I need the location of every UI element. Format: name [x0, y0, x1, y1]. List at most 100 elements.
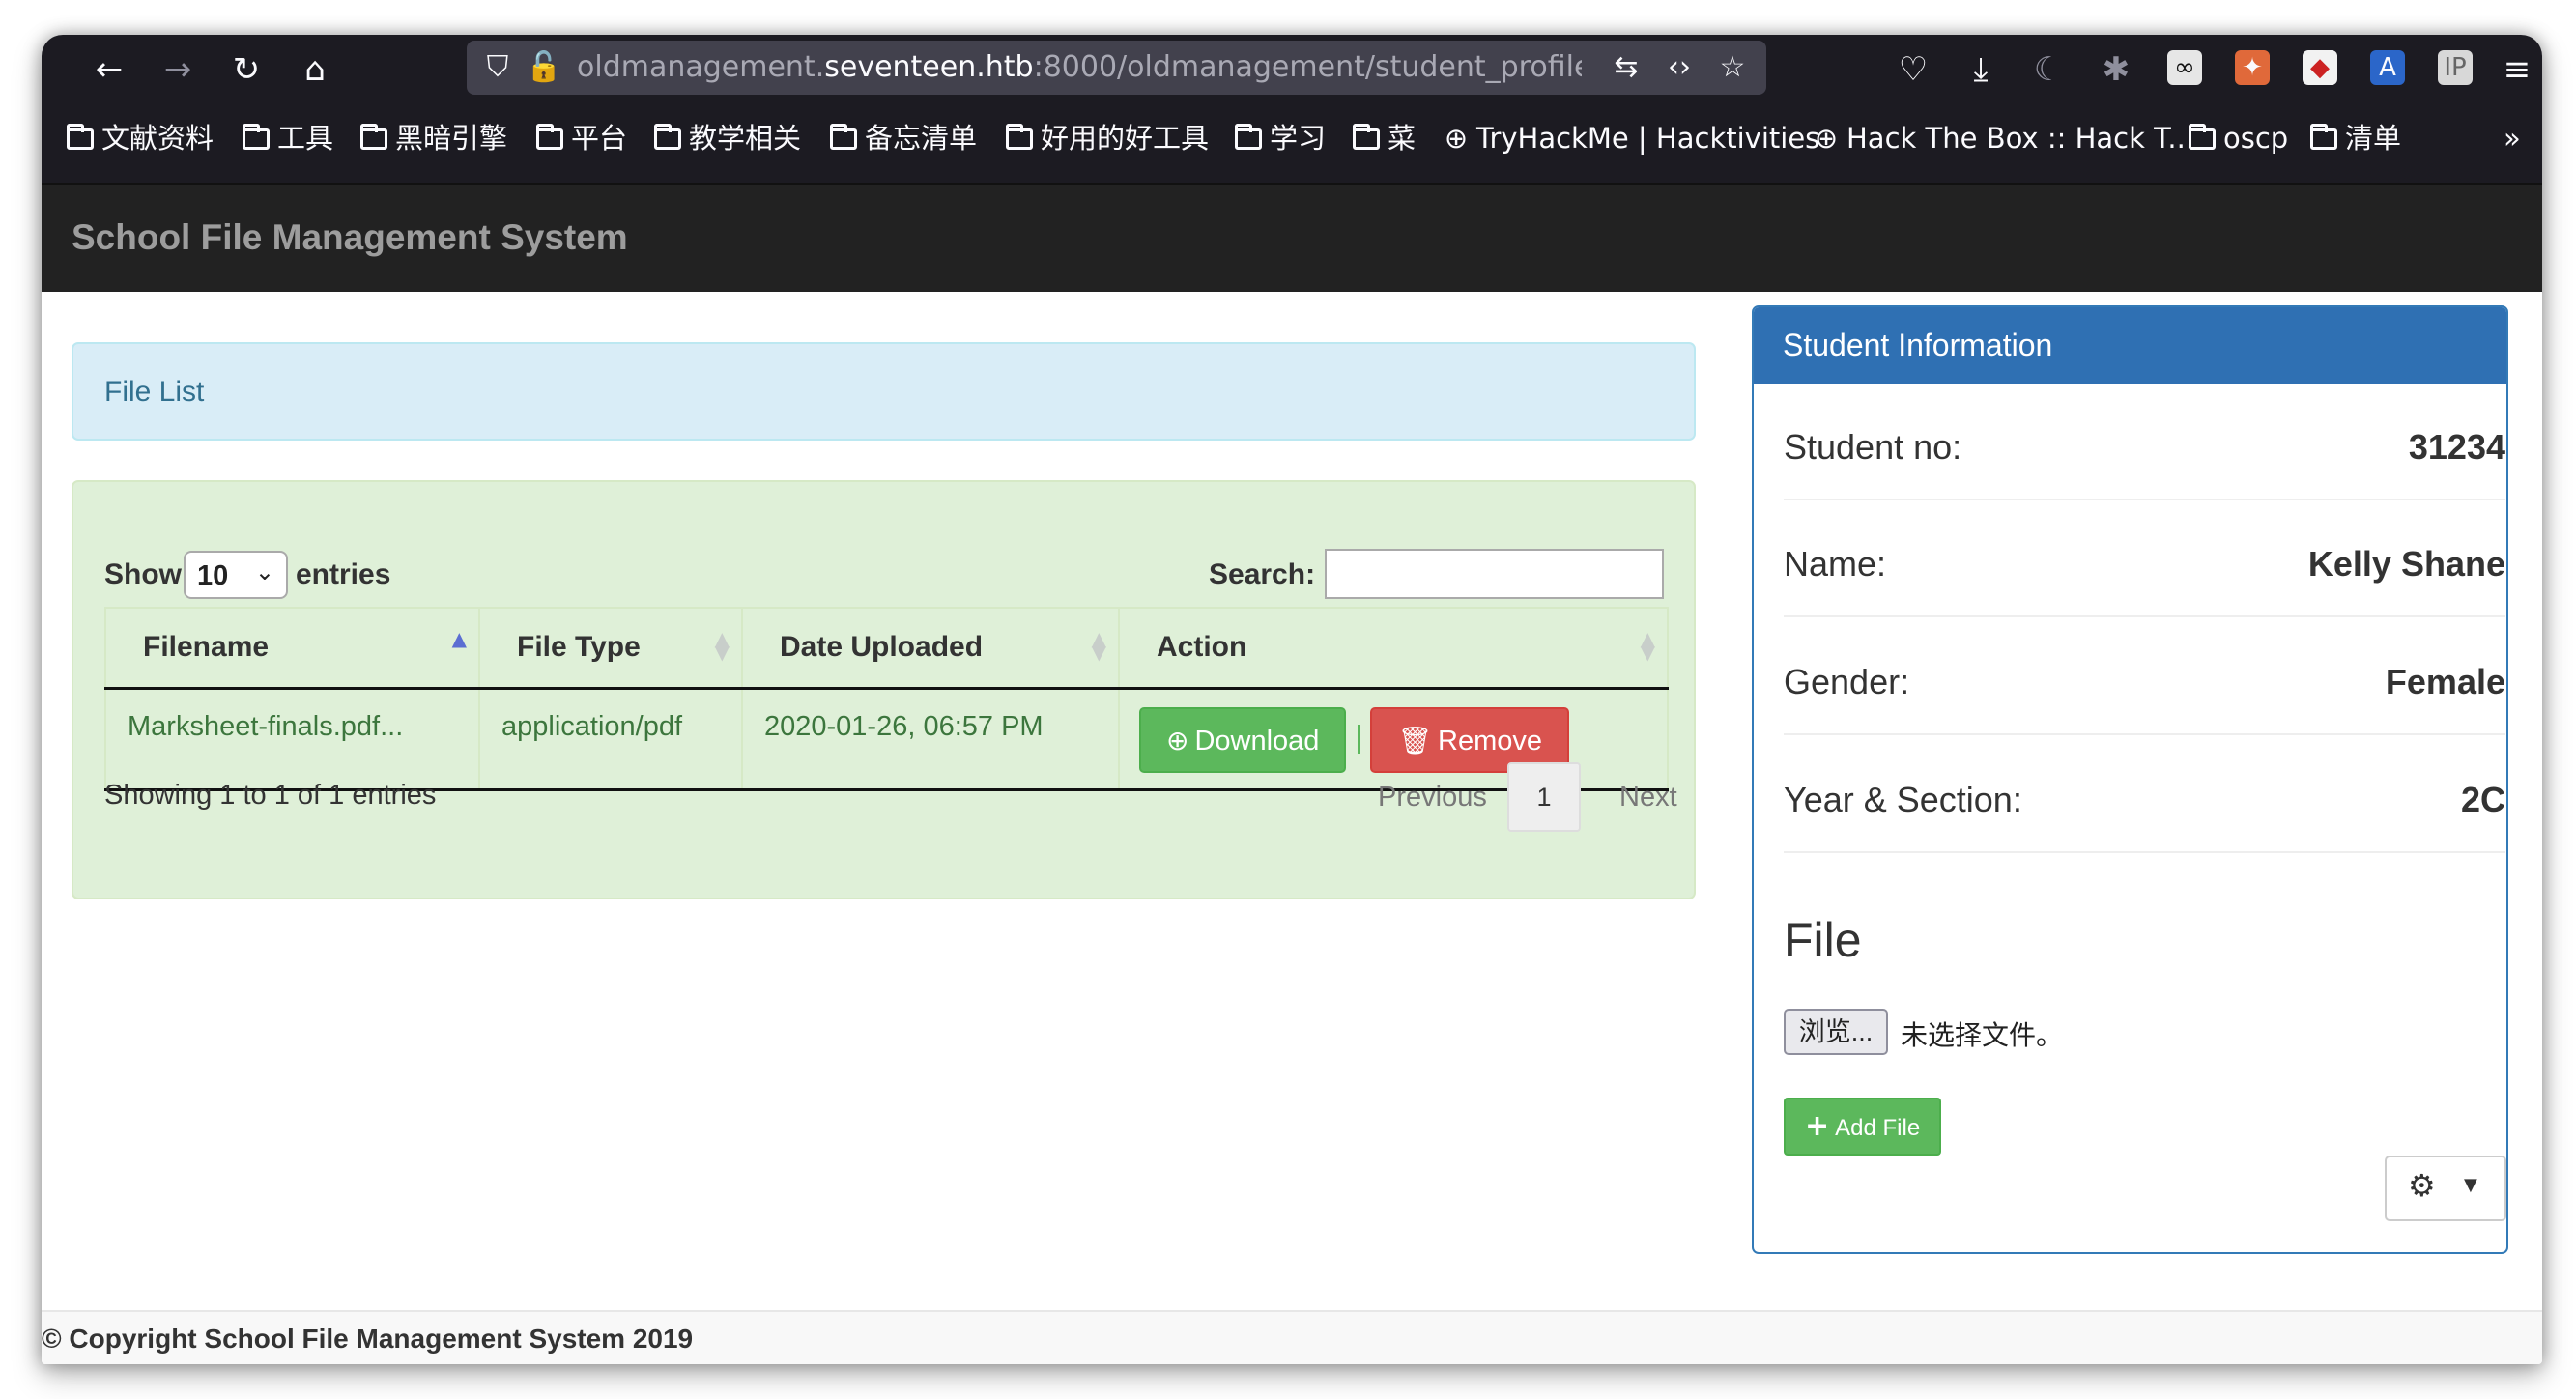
- bookmark-star-icon[interactable]: ☆: [1713, 46, 1752, 89]
- extension-icon[interactable]: ∞: [2167, 50, 2202, 85]
- pocket-icon[interactable]: ♡: [1892, 48, 1934, 91]
- bookmark-folder[interactable]: 备忘清单: [830, 114, 977, 162]
- reload-icon[interactable]: ↻: [225, 48, 268, 91]
- bookmark-folder[interactable]: 学习: [1235, 114, 1326, 162]
- shield-icon[interactable]: ⛉: [478, 46, 517, 89]
- chevron-down-icon: ⌄: [254, 558, 274, 585]
- entries-label: entries: [296, 558, 391, 590]
- bookmark-folder[interactable]: 好用的好工具: [1006, 114, 1209, 162]
- bookmark-label: 备忘清单: [865, 122, 978, 155]
- download-label: Download: [1194, 725, 1320, 757]
- field-label: Student no:: [1784, 427, 1962, 467]
- navbar-brand[interactable]: School File Management System: [72, 214, 628, 262]
- divider: [1358, 724, 1361, 754]
- student-info-header: Student Information: [1754, 307, 2506, 384]
- bookmark-folder[interactable]: 菜: [1353, 114, 1416, 162]
- folder-icon: [2310, 124, 2337, 150]
- bookmark-link[interactable]: ⊕ Hack The Box :: Hack T...: [1812, 114, 2194, 162]
- student-field-row: Gender: Female: [1784, 618, 2505, 735]
- pagination-next[interactable]: Next: [1619, 762, 1677, 832]
- plus-icon: +: [1805, 1109, 1830, 1143]
- student-field-row: Year & Section: 2C: [1784, 736, 2505, 853]
- page-footer: © Copyright School File Management Syste…: [42, 1310, 2542, 1364]
- settings-dropdown-button[interactable]: ⚙ ▼: [2385, 1156, 2506, 1221]
- lock-warning-icon[interactable]: 🔓: [525, 46, 563, 89]
- sort-icon: ▲: [451, 627, 467, 650]
- bookmark-label: 菜: [1388, 122, 1417, 155]
- download-icon[interactable]: ⤓: [1960, 48, 2002, 91]
- browser-window: ← → ↻ ⌂ ⛉ 🔓 oldmanagement.seventeen.htb:…: [42, 35, 2542, 1364]
- folder-icon: [1006, 124, 1033, 150]
- column-header-date[interactable]: Date Uploaded ▲ ▼: [741, 607, 1120, 690]
- bookmark-folder[interactable]: 工具: [243, 114, 333, 162]
- pagination-previous[interactable]: Previous: [1378, 762, 1487, 832]
- page-length-value: 10: [197, 560, 229, 591]
- search-input[interactable]: [1325, 549, 1664, 599]
- column-header-filename[interactable]: Filename ▲: [104, 607, 480, 690]
- student-field-row: Name: Kelly Shane: [1784, 500, 2505, 617]
- field-label: Year & Section:: [1784, 780, 2022, 819]
- forward-icon[interactable]: →: [157, 48, 199, 91]
- bookmark-folder[interactable]: oscp: [2189, 114, 2288, 162]
- bookmark-label: 好用的好工具: [1041, 122, 1210, 155]
- cell-filename: Marksheet-finals.pdf...: [104, 688, 480, 791]
- url-text[interactable]: oldmanagement.seventeen.htb:8000/oldmana…: [577, 50, 1582, 85]
- bookmark-label: 教学相关: [689, 122, 802, 155]
- globe-icon: ⊕: [1814, 122, 1839, 155]
- translate-extension-icon[interactable]: A: [2370, 50, 2405, 85]
- cell-date: 2020-01-26, 06:57 PM: [741, 688, 1120, 791]
- show-label: Show: [104, 558, 182, 590]
- field-label: Name:: [1784, 544, 1887, 584]
- field-value: Female: [2385, 662, 2505, 701]
- file-list-header: File List: [72, 342, 1696, 441]
- menu-icon[interactable]: ≡: [2496, 48, 2538, 91]
- browser-toolbar: ← → ↻ ⌂ ⛉ 🔓 oldmanagement.seventeen.htb:…: [42, 35, 2542, 100]
- cell-filetype: application/pdf: [478, 688, 743, 791]
- column-label: Date Uploaded: [780, 631, 984, 664]
- bookmark-label: 黑暗引擎: [395, 122, 508, 155]
- translate-icon[interactable]: ⇆: [1607, 46, 1646, 89]
- remove-label: Remove: [1438, 725, 1542, 757]
- pagination-page[interactable]: 1: [1507, 762, 1581, 832]
- column-header-action[interactable]: Action ▲ ▼: [1118, 607, 1669, 690]
- bookmark-folder[interactable]: 清单: [2310, 114, 2401, 162]
- bookmarks-overflow-icon[interactable]: »: [2504, 114, 2521, 162]
- file-heading: File: [1784, 913, 1862, 967]
- code-icon[interactable]: ‹›: [1660, 46, 1699, 89]
- bookmarks-toolbar: 文献资料 工具 黑暗引擎 平台 教学相关 备忘清单 好用的好工具 学习 菜 ⊕ T…: [42, 100, 2542, 183]
- file-list-panel: Show 10 ⌄ entries Search: Filename ▲ File…: [72, 480, 1696, 899]
- bookmark-folder[interactable]: 教学相关: [654, 114, 801, 162]
- folder-icon: [360, 124, 387, 150]
- add-file-label: Add File: [1835, 1115, 1921, 1141]
- ip-extension-icon[interactable]: IP: [2438, 50, 2473, 85]
- extension-icon[interactable]: ✦: [2235, 50, 2270, 85]
- gear-icon: ⚙: [2408, 1167, 2436, 1204]
- extension-icon[interactable]: ◆: [2303, 50, 2337, 85]
- bookmark-label: 清单: [2345, 122, 2402, 155]
- folder-icon: [67, 124, 94, 150]
- folder-icon: [536, 124, 563, 150]
- column-header-filetype[interactable]: File Type ▲ ▼: [478, 607, 743, 690]
- column-label: Filename: [143, 631, 270, 664]
- page-length-select[interactable]: 10 ⌄: [184, 551, 288, 599]
- folder-icon: [830, 124, 857, 150]
- url-prefix: oldmanagement.: [577, 50, 825, 84]
- extension-icon[interactable]: ✱: [2095, 48, 2137, 91]
- bookmark-folder[interactable]: 平台: [536, 114, 627, 162]
- download-button[interactable]: ⊕ Download: [1139, 706, 1347, 773]
- bookmark-folder[interactable]: 文献资料: [67, 114, 214, 162]
- table-info: Showing 1 to 1 of 1 entries: [104, 780, 437, 811]
- add-file-button[interactable]: + Add File: [1784, 1098, 1942, 1156]
- trash-icon: 🗑: [1397, 724, 1432, 757]
- extension-icon[interactable]: ☾: [2027, 48, 2070, 91]
- back-icon[interactable]: ←: [88, 48, 130, 91]
- field-label: Gender:: [1784, 662, 1910, 701]
- bookmark-link[interactable]: ⊕ TryHackMe | Hacktivities: [1442, 114, 1819, 162]
- url-bar[interactable]: ⛉ 🔓 oldmanagement.seventeen.htb:8000/old…: [467, 41, 1766, 95]
- copyright-text: © Copyright School File Management Syste…: [42, 1324, 694, 1354]
- bookmark-folder[interactable]: 黑暗引擎: [360, 114, 507, 162]
- file-list-title: File List: [104, 376, 205, 408]
- student-field-row: Student no: 31234: [1784, 384, 2505, 500]
- home-icon[interactable]: ⌂: [294, 48, 336, 91]
- file-browse-button[interactable]: 浏览...: [1784, 1009, 1888, 1055]
